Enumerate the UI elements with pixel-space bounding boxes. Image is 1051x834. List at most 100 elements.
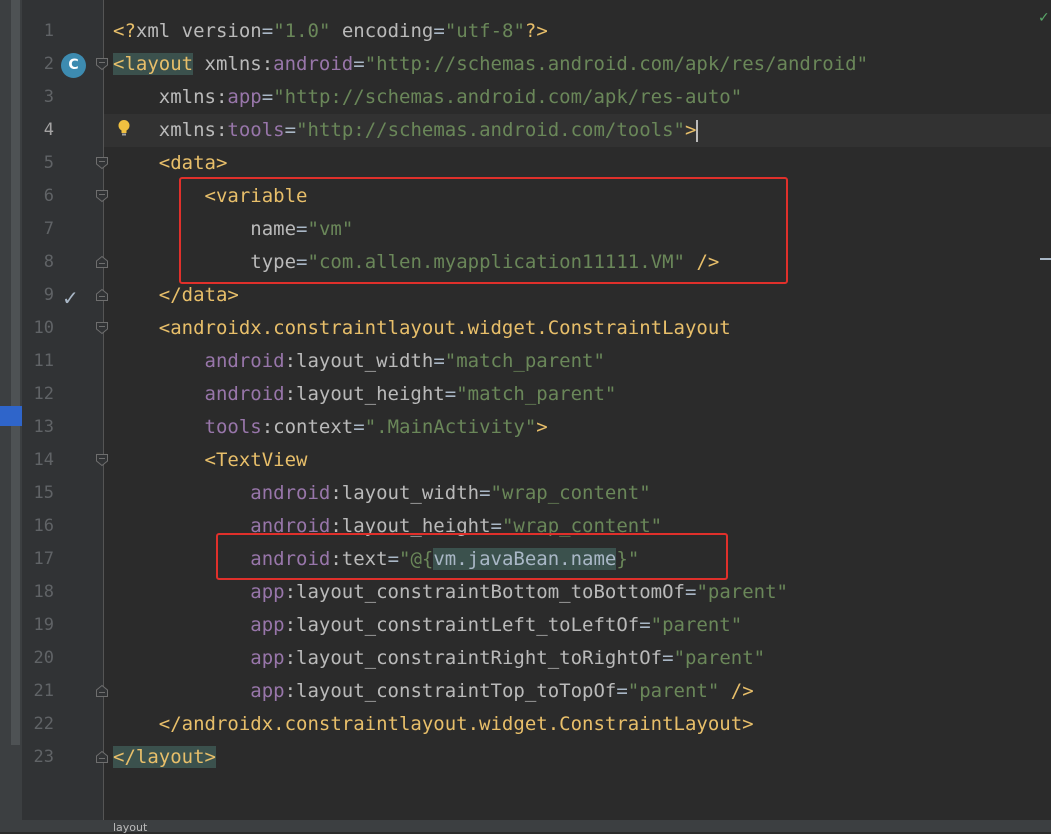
code-token: android [204,350,285,372]
code-token: = [433,20,445,42]
code-token: = [639,614,651,636]
code-line[interactable]: app:layout_constraintTop_toTopOf="parent… [113,675,754,708]
left-scrollbar[interactable] [11,0,20,745]
line-number[interactable]: 6 [22,180,54,213]
line-number[interactable]: 5 [22,147,54,180]
line-number[interactable]: 22 [22,708,54,741]
line-number[interactable]: 1 [22,15,54,48]
code-line[interactable]: <androidx.constraintlayout.widget.Constr… [113,312,731,345]
fold-open-icon[interactable] [95,57,109,71]
code-token: > [685,119,697,141]
code-token: android [273,53,354,75]
code-token: :layout_width [284,350,434,372]
code-token: xml version [135,20,262,42]
class-icon[interactable]: C [61,53,86,78]
line-number[interactable]: 15 [22,477,54,510]
code-token: "parent" [650,614,743,636]
line-number[interactable]: 23 [22,741,54,774]
code-token: ?> [524,20,548,42]
code-token: <layout [113,53,194,75]
code-token: /> [730,680,754,702]
code-line[interactable]: android:layout_width="match_parent" [113,345,605,378]
code-line[interactable]: </androidx.constraintlayout.widget.Const… [113,708,754,741]
breadcrumb-bar [0,820,1051,832]
line-number[interactable]: 14 [22,444,54,477]
code-token: <androidx.constraintlayout.widget.Constr… [158,317,731,339]
code-line[interactable]: app:layout_constraintBottom_toBottomOf="… [113,576,788,609]
inspection-ok-icon[interactable]: ✓ [1038,10,1050,26]
code-line[interactable]: tools:context=".MainActivity"> [113,411,548,444]
code-token: xmlns: [158,119,228,141]
line-number[interactable]: 21 [22,675,54,708]
code-token: </androidx.constraintlayout.widget.Const… [158,713,754,735]
code-token: :layout_constraintLeft_toLeftOf [284,614,640,636]
code-token: = [662,647,674,669]
line-number[interactable]: 9 [22,279,54,312]
code-token: <? [113,20,136,42]
code-token: :layout_constraintBottom_toBottomOf [284,581,685,603]
line-number[interactable]: 20 [22,642,54,675]
code-token: android [250,482,331,504]
code-token: xmlns: [158,86,228,108]
code-token: </layout> [113,746,216,768]
breadcrumb[interactable]: layout [113,822,147,834]
code-token: <data> [158,152,228,174]
code-line[interactable]: xmlns:tools="http://schemas.android.com/… [113,114,699,147]
line-number[interactable]: 10 [22,312,54,345]
line-number[interactable]: 18 [22,576,54,609]
code-token: android [204,383,285,405]
code-token: "http://schemas.android.com/apk/res/andr… [364,53,869,75]
line-number[interactable]: 19 [22,609,54,642]
code-line[interactable]: </layout> [113,741,216,774]
code-line[interactable]: xmlns:app="http://schemas.android.com/ap… [113,81,742,114]
code-token: = [353,416,365,438]
code-token: </data> [158,284,239,306]
code-line[interactable]: <?xml version="1.0" encoding="utf-8"?> [113,15,548,48]
code-token: "parent" [673,647,766,669]
fold-open-icon[interactable] [95,321,109,335]
code-line[interactable]: app:layout_constraintRight_toRightOf="pa… [113,642,765,675]
code-line[interactable]: <TextView [113,444,308,477]
code-token: ".MainActivity" [364,416,537,438]
code-token: = [433,350,445,372]
line-number[interactable]: 4 [22,114,54,147]
code-token: "http://schemas.android.com/tools" [296,119,685,141]
line-number[interactable]: 11 [22,345,54,378]
fold-close-icon[interactable] [95,288,109,302]
code-token: "http://schemas.android.com/apk/res-auto… [273,86,743,108]
scroll-marker [1040,258,1051,260]
fold-close-icon[interactable] [95,255,109,269]
code-line[interactable]: <data> [113,147,228,180]
code-token: :layout_constraintRight_toRightOf [284,647,663,669]
line-number[interactable]: 2 [22,48,54,81]
line-number[interactable]: 7 [22,213,54,246]
code-line[interactable]: android:layout_height="match_parent" [113,378,617,411]
line-number[interactable]: 13 [22,411,54,444]
line-number[interactable]: 17 [22,543,54,576]
code-token: "match_parent" [456,383,617,405]
line-number[interactable]: 8 [22,246,54,279]
text-caret [696,119,699,142]
code-line[interactable]: app:layout_constraintLeft_toLeftOf="pare… [113,609,742,642]
code-line[interactable]: <layout xmlns:android="http://schemas.an… [113,48,868,81]
fold-open-icon[interactable] [95,453,109,467]
fold-open-icon[interactable] [95,156,109,170]
line-number[interactable]: 12 [22,378,54,411]
fold-close-icon[interactable] [95,684,109,698]
fold-close-icon[interactable] [95,750,109,764]
line-number[interactable]: 3 [22,81,54,114]
code-token: xmlns: [204,53,274,75]
fold-open-icon[interactable] [95,189,109,203]
code-line[interactable]: android:layout_width="wrap_content" [113,477,650,510]
code-token: app [250,680,285,702]
lightbulb-icon[interactable] [117,119,131,137]
code-token: tools [204,416,262,438]
line-number[interactable]: 16 [22,510,54,543]
